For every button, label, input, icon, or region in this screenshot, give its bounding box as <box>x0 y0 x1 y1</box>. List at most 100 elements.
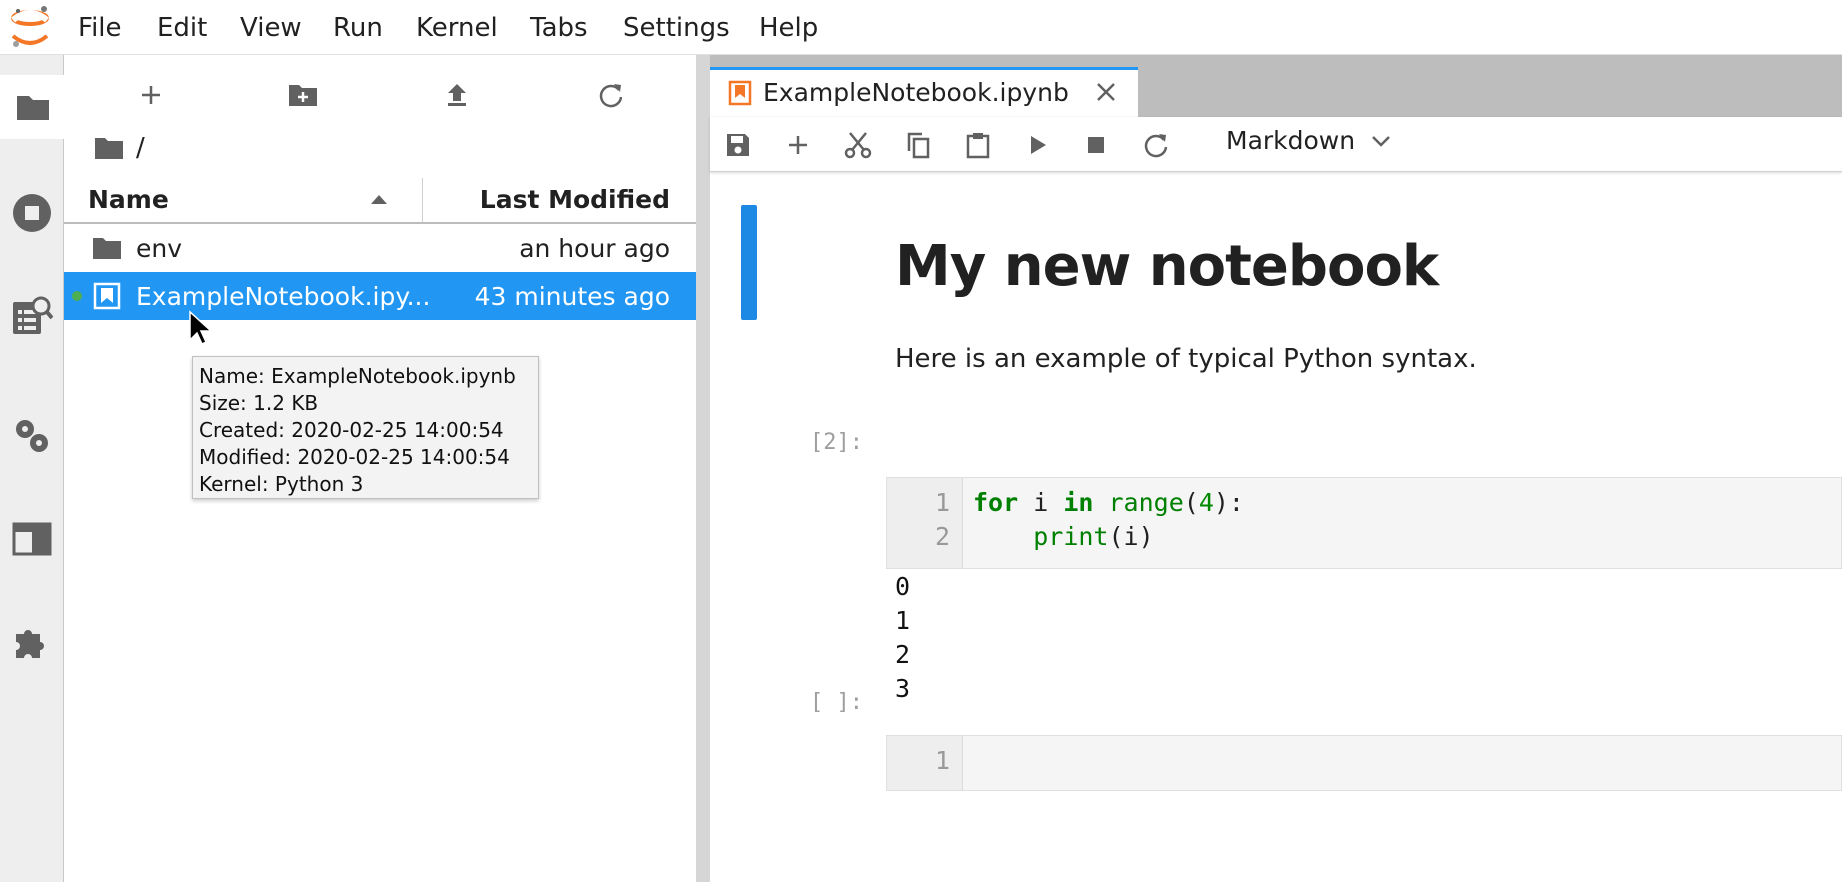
markdown-heading[interactable]: My new notebook <box>895 234 1439 299</box>
save-button[interactable] <box>716 125 760 165</box>
file-row-env[interactable]: env an hour ago <box>64 224 696 272</box>
run-cell-button[interactable] <box>1016 125 1060 165</box>
folder-icon <box>17 96 49 120</box>
tooltip-size: Size: 1.2 KB <box>199 391 319 415</box>
markdown-paragraph[interactable]: Here is an example of typical Python syn… <box>895 344 1477 374</box>
notebook-toolbar: Markdown <box>710 117 1842 172</box>
tabs-icon <box>12 522 52 556</box>
home-folder-icon <box>95 138 123 159</box>
last-modified-column-header[interactable]: Last Modified <box>480 178 670 220</box>
empty-code-cell[interactable]: 1 <box>886 735 1842 791</box>
breadcrumb-root[interactable]: / <box>136 133 145 163</box>
save-icon <box>727 134 749 156</box>
file-list: Name Last Modified env an hour ago Examp… <box>64 178 696 320</box>
cell-type-value: Markdown <box>1226 126 1356 155</box>
file-name: env <box>136 234 183 263</box>
code-line-2: print(i) <box>1033 522 1154 551</box>
stop-icon <box>1088 137 1104 153</box>
active-cell-collapser[interactable] <box>741 205 757 320</box>
new-launcher-icon <box>142 86 160 104</box>
tab-label: ExampleNotebook.ipynb <box>763 78 1069 107</box>
tooltip-created: Created: 2020-02-25 14:00:54 <box>199 418 504 442</box>
breadcrumb[interactable]: / <box>94 133 145 163</box>
scissors-icon <box>844 132 872 159</box>
line-number-gutter: 1 <box>887 736 963 790</box>
sort-ascending-icon[interactable] <box>370 193 388 205</box>
add-icon <box>789 136 807 154</box>
document-tab-bar: ExampleNotebook.ipynb <box>710 55 1842 117</box>
upload-icon <box>448 84 466 106</box>
file-browser-tab[interactable] <box>0 75 66 139</box>
menu-file[interactable]: File <box>78 13 122 43</box>
tooltip-kernel: Kernel: Python 3 <box>199 472 364 496</box>
tooltip-name: Name: ExampleNotebook.ipynb <box>199 364 516 388</box>
paste-cell-button[interactable] <box>956 125 1000 165</box>
file-modified: 43 minutes ago <box>474 282 670 311</box>
close-icon[interactable] <box>1092 78 1120 106</box>
line-number: 1 <box>934 746 950 775</box>
notebook-content: My new notebook Here is an example of ty… <box>710 172 1842 882</box>
cut-cell-button[interactable] <box>836 125 880 165</box>
tab-examplenotebook[interactable]: ExampleNotebook.ipynb <box>710 67 1138 117</box>
file-tooltip: Name: ExampleNotebook.ipynb Size: 1.2 KB… <box>192 356 539 499</box>
name-column-label: Name <box>88 184 169 214</box>
file-name: ExampleNotebook.ipy... <box>136 282 431 311</box>
menu-tabs[interactable]: Tabs <box>530 13 588 43</box>
new-folder-icon <box>289 85 317 106</box>
menu-bar: File Edit View Run Kernel Tabs Settings … <box>0 0 1842 55</box>
new-launcher-button[interactable] <box>126 73 176 117</box>
refresh-icon <box>1144 134 1168 158</box>
line-number-gutter: 1 2 <box>887 478 963 568</box>
cell-type-dropdown[interactable]: Markdown <box>1226 126 1391 155</box>
refresh-button[interactable] <box>586 73 636 117</box>
restart-kernel-button[interactable] <box>1134 125 1178 165</box>
menu-run[interactable]: Run <box>333 13 383 43</box>
copy-icon <box>907 132 930 159</box>
interrupt-kernel-button[interactable] <box>1074 125 1118 165</box>
commands-tab[interactable] <box>0 283 64 347</box>
mouse-cursor-icon <box>189 310 212 346</box>
extension-icon <box>16 630 44 658</box>
file-row-examplenotebook[interactable]: ExampleNotebook.ipy... 43 minutes ago <box>64 272 696 320</box>
extension-manager-tab[interactable] <box>0 610 64 674</box>
jupyter-logo[interactable] <box>8 4 52 50</box>
copy-cell-button[interactable] <box>896 125 940 165</box>
play-icon <box>1031 136 1046 154</box>
column-divider[interactable] <box>422 178 423 222</box>
running-indicator <box>72 291 82 301</box>
tooltip-modified: Modified: 2020-02-25 14:00:54 <box>199 445 510 469</box>
last-modified-column-label: Last Modified <box>479 184 670 214</box>
menu-view[interactable]: View <box>240 13 302 43</box>
left-sidebar-tabs <box>0 55 66 882</box>
insert-cell-button[interactable] <box>776 125 820 165</box>
cell-prompt: [2]: <box>810 430 863 455</box>
property-inspector-icon <box>16 420 48 452</box>
line-number: 1 <box>934 488 950 517</box>
cell-output: 0 1 2 3 <box>895 572 911 703</box>
menu-help[interactable]: Help <box>759 13 818 43</box>
code-line-1: for i in range(4): <box>973 488 1244 517</box>
folder-icon <box>93 238 121 259</box>
refresh-icon <box>599 84 623 108</box>
notebook-icon <box>93 282 121 310</box>
file-modified: an hour ago <box>519 234 670 263</box>
paste-icon <box>966 133 990 159</box>
property-inspector-tab[interactable] <box>0 403 64 467</box>
menu-settings[interactable]: Settings <box>623 13 730 43</box>
menu-kernel[interactable]: Kernel <box>416 13 498 43</box>
panel-splitter[interactable] <box>696 55 710 882</box>
command-palette-icon <box>13 296 53 334</box>
notebook-tab-icon <box>728 80 752 106</box>
running-icon <box>13 194 51 232</box>
cell-prompt: [ ]: <box>810 690 863 715</box>
line-number: 2 <box>934 522 950 551</box>
name-column-header[interactable]: Name <box>88 178 169 220</box>
menu-edit[interactable]: Edit <box>157 13 207 43</box>
code-cell[interactable]: 1 2 for i in range(4): print(i) <box>886 477 1842 569</box>
new-folder-button[interactable] <box>278 73 328 117</box>
chevron-down-icon <box>1372 135 1390 147</box>
tabs-tab[interactable] <box>0 507 64 571</box>
main-area: ExampleNotebook.ipynb Markdown My new no… <box>710 55 1842 882</box>
running-tab[interactable] <box>0 181 64 245</box>
upload-button[interactable] <box>432 73 482 117</box>
